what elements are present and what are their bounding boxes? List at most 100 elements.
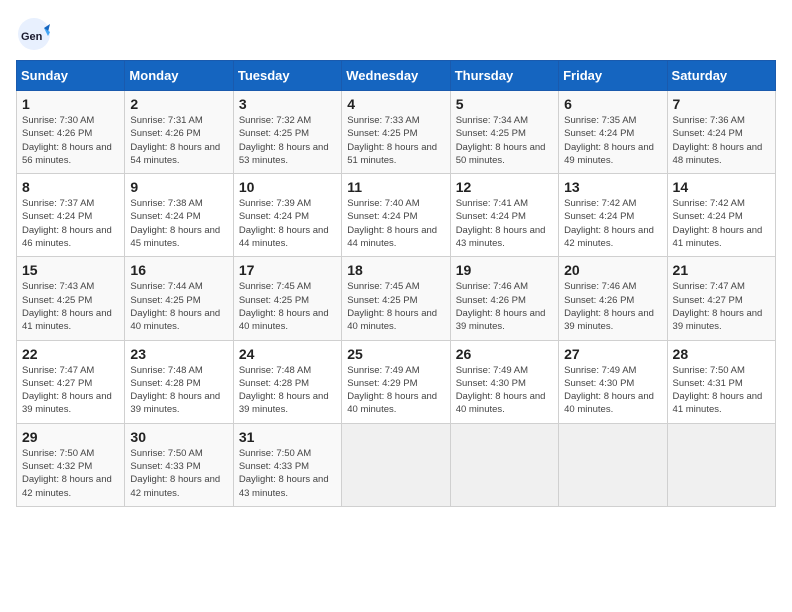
day-number: 7 bbox=[673, 96, 770, 112]
day-info: Sunrise: 7:41 AMSunset: 4:24 PMDaylight:… bbox=[456, 197, 553, 250]
calendar-day-cell: 11 Sunrise: 7:40 AMSunset: 4:24 PMDayligh… bbox=[342, 174, 450, 257]
calendar-header-row: SundayMondayTuesdayWednesdayThursdayFrid… bbox=[17, 61, 776, 91]
day-number: 30 bbox=[130, 429, 227, 445]
calendar-day-cell: 28 Sunrise: 7:50 AMSunset: 4:31 PMDayligh… bbox=[667, 340, 775, 423]
day-number: 24 bbox=[239, 346, 336, 362]
calendar-day-cell: 12 Sunrise: 7:41 AMSunset: 4:24 PMDayligh… bbox=[450, 174, 558, 257]
day-info: Sunrise: 7:36 AMSunset: 4:24 PMDaylight:… bbox=[673, 114, 770, 167]
calendar-day-cell: 4 Sunrise: 7:33 AMSunset: 4:25 PMDaylight… bbox=[342, 91, 450, 174]
day-number: 2 bbox=[130, 96, 227, 112]
day-info: Sunrise: 7:39 AMSunset: 4:24 PMDaylight:… bbox=[239, 197, 336, 250]
day-info: Sunrise: 7:35 AMSunset: 4:24 PMDaylight:… bbox=[564, 114, 661, 167]
day-info: Sunrise: 7:49 AMSunset: 4:30 PMDaylight:… bbox=[564, 364, 661, 417]
day-info: Sunrise: 7:49 AMSunset: 4:29 PMDaylight:… bbox=[347, 364, 444, 417]
calendar-day-cell bbox=[342, 423, 450, 506]
day-number: 26 bbox=[456, 346, 553, 362]
calendar-header-tuesday: Tuesday bbox=[233, 61, 341, 91]
calendar-day-cell bbox=[667, 423, 775, 506]
calendar-header-thursday: Thursday bbox=[450, 61, 558, 91]
calendar-day-cell: 30 Sunrise: 7:50 AMSunset: 4:33 PMDayligh… bbox=[125, 423, 233, 506]
day-number: 13 bbox=[564, 179, 661, 195]
day-number: 4 bbox=[347, 96, 444, 112]
day-info: Sunrise: 7:47 AMSunset: 4:27 PMDaylight:… bbox=[22, 364, 119, 417]
day-number: 12 bbox=[456, 179, 553, 195]
day-info: Sunrise: 7:50 AMSunset: 4:32 PMDaylight:… bbox=[22, 447, 119, 500]
calendar-day-cell: 20Sunrise: 7:46 AMSunset: 4:26 PMDayligh… bbox=[559, 257, 667, 340]
calendar-header-friday: Friday bbox=[559, 61, 667, 91]
logo-icon: Gen bbox=[16, 16, 52, 52]
calendar-day-cell: 17Sunrise: 7:45 AMSunset: 4:25 PMDayligh… bbox=[233, 257, 341, 340]
day-info: Sunrise: 7:48 AMSunset: 4:28 PMDaylight:… bbox=[239, 364, 336, 417]
calendar-day-cell: 8 Sunrise: 7:37 AMSunset: 4:24 PMDaylight… bbox=[17, 174, 125, 257]
day-number: 19 bbox=[456, 262, 553, 278]
day-info: Sunrise: 7:47 AMSunset: 4:27 PMDaylight:… bbox=[673, 280, 770, 333]
page-header: Gen bbox=[16, 16, 776, 52]
day-number: 31 bbox=[239, 429, 336, 445]
logo: Gen bbox=[16, 16, 56, 52]
calendar-table: SundayMondayTuesdayWednesdayThursdayFrid… bbox=[16, 60, 776, 507]
day-number: 14 bbox=[673, 179, 770, 195]
day-info: Sunrise: 7:38 AMSunset: 4:24 PMDaylight:… bbox=[130, 197, 227, 250]
day-info: Sunrise: 7:46 AMSunset: 4:26 PMDaylight:… bbox=[456, 280, 553, 333]
calendar-week-row: 8 Sunrise: 7:37 AMSunset: 4:24 PMDaylight… bbox=[17, 174, 776, 257]
day-info: Sunrise: 7:50 AMSunset: 4:31 PMDaylight:… bbox=[673, 364, 770, 417]
day-info: Sunrise: 7:44 AMSunset: 4:25 PMDaylight:… bbox=[130, 280, 227, 333]
day-info: Sunrise: 7:50 AMSunset: 4:33 PMDaylight:… bbox=[239, 447, 336, 500]
day-info: Sunrise: 7:43 AMSunset: 4:25 PMDaylight:… bbox=[22, 280, 119, 333]
day-number: 9 bbox=[130, 179, 227, 195]
calendar-day-cell: 25 Sunrise: 7:49 AMSunset: 4:29 PMDayligh… bbox=[342, 340, 450, 423]
calendar-day-cell: 31 Sunrise: 7:50 AMSunset: 4:33 PMDayligh… bbox=[233, 423, 341, 506]
day-number: 29 bbox=[22, 429, 119, 445]
day-number: 25 bbox=[347, 346, 444, 362]
calendar-day-cell: 14 Sunrise: 7:42 AMSunset: 4:24 PMDayligh… bbox=[667, 174, 775, 257]
day-info: Sunrise: 7:50 AMSunset: 4:33 PMDaylight:… bbox=[130, 447, 227, 500]
day-info: Sunrise: 7:31 AMSunset: 4:26 PMDaylight:… bbox=[130, 114, 227, 167]
calendar-day-cell: 27Sunrise: 7:49 AMSunset: 4:30 PMDayligh… bbox=[559, 340, 667, 423]
day-info: Sunrise: 7:45 AMSunset: 4:25 PMDaylight:… bbox=[347, 280, 444, 333]
calendar-day-cell: 23 Sunrise: 7:48 AMSunset: 4:28 PMDayligh… bbox=[125, 340, 233, 423]
day-info: Sunrise: 7:40 AMSunset: 4:24 PMDaylight:… bbox=[347, 197, 444, 250]
day-number: 6 bbox=[564, 96, 661, 112]
day-number: 1 bbox=[22, 96, 119, 112]
calendar-day-cell: 9 Sunrise: 7:38 AMSunset: 4:24 PMDaylight… bbox=[125, 174, 233, 257]
day-info: Sunrise: 7:49 AMSunset: 4:30 PMDaylight:… bbox=[456, 364, 553, 417]
calendar-day-cell: 3Sunrise: 7:32 AMSunset: 4:25 PMDaylight… bbox=[233, 91, 341, 174]
calendar-day-cell: 29 Sunrise: 7:50 AMSunset: 4:32 PMDayligh… bbox=[17, 423, 125, 506]
calendar-day-cell: 18Sunrise: 7:45 AMSunset: 4:25 PMDayligh… bbox=[342, 257, 450, 340]
calendar-day-cell: 1 Sunrise: 7:30 AMSunset: 4:26 PMDaylight… bbox=[17, 91, 125, 174]
day-number: 11 bbox=[347, 179, 444, 195]
day-number: 16 bbox=[130, 262, 227, 278]
svg-text:Gen: Gen bbox=[21, 31, 43, 43]
day-number: 21 bbox=[673, 262, 770, 278]
calendar-day-cell: 13Sunrise: 7:42 AMSunset: 4:24 PMDayligh… bbox=[559, 174, 667, 257]
calendar-header-sunday: Sunday bbox=[17, 61, 125, 91]
calendar-day-cell bbox=[559, 423, 667, 506]
day-info: Sunrise: 7:42 AMSunset: 4:24 PMDaylight:… bbox=[673, 197, 770, 250]
day-number: 15 bbox=[22, 262, 119, 278]
day-number: 23 bbox=[130, 346, 227, 362]
calendar-day-cell: 15 Sunrise: 7:43 AMSunset: 4:25 PMDayligh… bbox=[17, 257, 125, 340]
calendar-day-cell: 7 Sunrise: 7:36 AMSunset: 4:24 PMDaylight… bbox=[667, 91, 775, 174]
day-number: 8 bbox=[22, 179, 119, 195]
day-info: Sunrise: 7:46 AMSunset: 4:26 PMDaylight:… bbox=[564, 280, 661, 333]
day-number: 5 bbox=[456, 96, 553, 112]
day-info: Sunrise: 7:37 AMSunset: 4:24 PMDaylight:… bbox=[22, 197, 119, 250]
calendar-day-cell: 5 Sunrise: 7:34 AMSunset: 4:25 PMDaylight… bbox=[450, 91, 558, 174]
day-info: Sunrise: 7:30 AMSunset: 4:26 PMDaylight:… bbox=[22, 114, 119, 167]
day-info: Sunrise: 7:48 AMSunset: 4:28 PMDaylight:… bbox=[130, 364, 227, 417]
calendar-day-cell: 26 Sunrise: 7:49 AMSunset: 4:30 PMDayligh… bbox=[450, 340, 558, 423]
day-number: 3 bbox=[239, 96, 336, 112]
day-info: Sunrise: 7:33 AMSunset: 4:25 PMDaylight:… bbox=[347, 114, 444, 167]
calendar-day-cell: 22Sunrise: 7:47 AMSunset: 4:27 PMDayligh… bbox=[17, 340, 125, 423]
day-info: Sunrise: 7:45 AMSunset: 4:25 PMDaylight:… bbox=[239, 280, 336, 333]
calendar-day-cell: 16 Sunrise: 7:44 AMSunset: 4:25 PMDayligh… bbox=[125, 257, 233, 340]
calendar-day-cell: 21 Sunrise: 7:47 AMSunset: 4:27 PMDayligh… bbox=[667, 257, 775, 340]
day-number: 10 bbox=[239, 179, 336, 195]
calendar-day-cell: 2 Sunrise: 7:31 AMSunset: 4:26 PMDaylight… bbox=[125, 91, 233, 174]
calendar-header-wednesday: Wednesday bbox=[342, 61, 450, 91]
calendar-day-cell: 19 Sunrise: 7:46 AMSunset: 4:26 PMDayligh… bbox=[450, 257, 558, 340]
calendar-week-row: 1 Sunrise: 7:30 AMSunset: 4:26 PMDaylight… bbox=[17, 91, 776, 174]
calendar-week-row: 22Sunrise: 7:47 AMSunset: 4:27 PMDayligh… bbox=[17, 340, 776, 423]
day-info: Sunrise: 7:34 AMSunset: 4:25 PMDaylight:… bbox=[456, 114, 553, 167]
day-number: 28 bbox=[673, 346, 770, 362]
